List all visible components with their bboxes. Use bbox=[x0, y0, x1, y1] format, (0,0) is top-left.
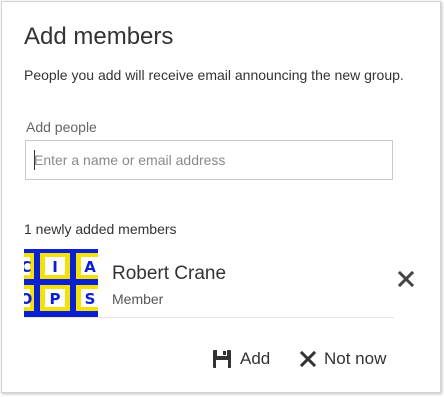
close-icon bbox=[398, 271, 414, 287]
add-button[interactable]: Add bbox=[212, 349, 270, 369]
member-row: C I A O P S Robert Crane Member bbox=[24, 249, 414, 318]
avatar-image: C I A O P S bbox=[24, 249, 98, 317]
dialog-title: Add members bbox=[24, 23, 174, 50]
remove-member-button[interactable] bbox=[394, 267, 418, 291]
add-members-dialog: Add members People you add will receive … bbox=[1, 1, 441, 393]
avatar-letter: O bbox=[24, 290, 32, 308]
close-icon bbox=[300, 351, 316, 367]
avatar-letter: C bbox=[24, 258, 32, 276]
dialog-description: People you add will receive email announ… bbox=[24, 67, 404, 83]
text-caret bbox=[34, 150, 35, 170]
add-people-input[interactable] bbox=[25, 140, 393, 180]
member-role: Member bbox=[112, 291, 164, 307]
avatar-letter: P bbox=[50, 290, 61, 308]
member-name: Robert Crane bbox=[112, 263, 227, 284]
avatar-letter: S bbox=[85, 290, 96, 308]
not-now-button-label: Not now bbox=[324, 349, 387, 368]
added-members-count: 1 newly added members bbox=[24, 221, 177, 237]
not-now-button[interactable]: Not now bbox=[300, 349, 386, 369]
add-button-label: Add bbox=[240, 349, 271, 368]
avatar-letter: I bbox=[52, 258, 58, 276]
add-people-label: Add people bbox=[26, 119, 97, 135]
save-icon bbox=[212, 349, 232, 369]
avatar: C I A O P S bbox=[24, 249, 98, 317]
avatar-letter: A bbox=[84, 258, 96, 276]
